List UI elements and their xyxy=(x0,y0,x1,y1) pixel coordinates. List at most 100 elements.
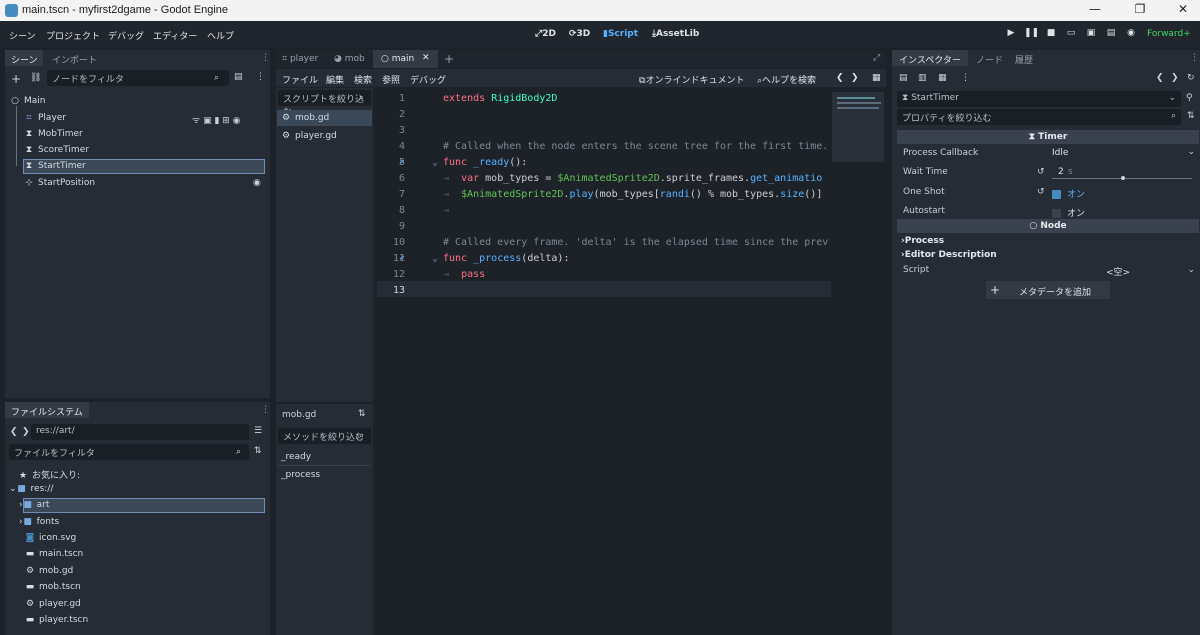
slider-grabber[interactable] xyxy=(1121,176,1125,180)
close-tab-icon[interactable]: ✕ xyxy=(422,53,430,63)
sort-icon[interactable]: ⇅ xyxy=(1187,111,1195,121)
tab-node[interactable]: ノード xyxy=(976,53,1003,66)
property-one-shot[interactable]: One Shot ↺ オン xyxy=(897,184,1199,201)
split-view-icon[interactable]: ☰ xyxy=(254,426,262,436)
load-resource-icon[interactable]: ▥ xyxy=(918,73,927,83)
help-search-button[interactable]: ⌕ヘルプを検索 xyxy=(757,73,816,86)
tab-main[interactable]: ○ main xyxy=(381,54,414,64)
object-history-icon[interactable]: ↻ xyxy=(1187,73,1195,83)
pause-icon[interactable]: ❚❚ xyxy=(1024,28,1039,41)
tree-node-startposition[interactable]: ⊹ StartPosition xyxy=(24,178,95,188)
attach-script-icon[interactable]: ▤ xyxy=(234,72,243,82)
method-filter-input[interactable]: メソッドを絞り込む xyxy=(278,428,371,444)
tool-icon[interactable]: ⚲ xyxy=(1186,93,1193,103)
dock-menu-icon[interactable]: ⋮ xyxy=(1190,53,1199,63)
tab-scene[interactable]: シーン xyxy=(11,53,38,66)
tree-node-scoretimer[interactable]: ⧗ ScoreTimer xyxy=(24,145,89,155)
fs-file-player-tscn[interactable]: ▬ player.tscn xyxy=(25,615,88,625)
tab-inspector[interactable]: インスペクター xyxy=(899,53,961,66)
minimize-button[interactable]: — xyxy=(1080,2,1110,18)
history-forward-icon[interactable]: ❯ xyxy=(1171,73,1179,83)
sort-icon[interactable]: ⇅ xyxy=(254,446,262,456)
history-back-icon[interactable]: ❮ xyxy=(1156,73,1164,83)
checkbox-unchecked-icon[interactable] xyxy=(1052,209,1061,218)
renderer-select[interactable]: Forward+ xyxy=(1147,29,1191,39)
object-selector[interactable]: ⧗ StartTimer ⌄ xyxy=(897,91,1181,107)
property-filter-input[interactable]: プロパティを絞り込む ⌕ xyxy=(897,109,1181,125)
new-resource-icon[interactable]: ▤ xyxy=(899,73,908,83)
dock-menu-icon[interactable]: ⋮ xyxy=(261,405,270,415)
revert-icon[interactable]: ↺ xyxy=(1037,187,1045,197)
revert-icon[interactable]: ↺ xyxy=(1037,167,1045,177)
script-value[interactable]: <空> xyxy=(1106,265,1130,278)
section-timer[interactable]: ⧗ Timer xyxy=(897,130,1199,144)
code-editor[interactable]: 1 extends RigidBody2D 2 3 4 # Called when … xyxy=(377,88,886,635)
menu-debug[interactable]: デバッグ xyxy=(108,29,144,42)
remote-debug-icon[interactable]: ▭ xyxy=(1064,28,1078,41)
method-item-ready[interactable]: _ready xyxy=(281,452,311,462)
dock-menu-icon[interactable]: ⋮ xyxy=(261,53,270,63)
menu-editor[interactable]: エディター xyxy=(153,29,197,42)
next-script-icon[interactable]: ❯ xyxy=(851,73,859,83)
property-wait-time[interactable]: Wait Time ↺ 2 s xyxy=(897,164,1199,181)
forward-icon[interactable]: ❯ xyxy=(22,427,30,437)
section-node[interactable]: ○ Node xyxy=(897,219,1199,233)
script-item-player[interactable]: ⚙ player.gd xyxy=(281,131,337,141)
movie-maker-icon[interactable]: ◉ xyxy=(1124,28,1138,41)
fs-folder-fonts[interactable]: ›■ fonts xyxy=(19,517,59,527)
online-docs-button[interactable]: ⧉オンラインドキュメント xyxy=(639,73,744,86)
script-menu-goto[interactable]: 参照 xyxy=(382,73,400,86)
fs-file-mob-gd[interactable]: ⚙ mob.gd xyxy=(25,566,73,576)
add-node-icon[interactable]: + xyxy=(11,72,21,86)
fs-file-icon-svg[interactable]: ◙ icon.svg xyxy=(25,533,77,543)
close-button[interactable]: ✕ xyxy=(1168,2,1198,18)
visibility-eye-icon[interactable]: ◉ xyxy=(253,178,261,188)
scene-menu-icon[interactable]: ⋮ xyxy=(256,72,265,82)
script-menu-edit[interactable]: 編集 xyxy=(326,73,344,86)
workspace-2d-button[interactable]: ⤢2D xyxy=(535,29,556,39)
tab-filesystem[interactable]: ファイルシステム xyxy=(11,405,83,418)
save-resource-icon[interactable]: ▦ xyxy=(938,73,947,83)
tab-import[interactable]: インポート xyxy=(52,53,97,66)
sort-icon[interactable]: ⇅ xyxy=(358,409,366,419)
tree-node-starttimer[interactable]: ⧗ StartTimer xyxy=(24,161,86,171)
script-menu-search[interactable]: 検索 xyxy=(354,73,372,86)
fs-folder-art[interactable]: ›■ art xyxy=(19,500,49,510)
workspace-3d-button[interactable]: ⟳3D xyxy=(569,29,590,39)
play-scene-icon[interactable]: ▣ xyxy=(1084,28,1098,41)
workspace-assetlib-button[interactable]: ⤓AssetLib xyxy=(652,29,699,39)
stop-icon[interactable]: ■ xyxy=(1044,28,1058,41)
wait-time-value[interactable]: 2 xyxy=(1058,167,1064,177)
play-icon[interactable]: ▶ xyxy=(1004,28,1018,41)
prev-script-icon[interactable]: ❮ xyxy=(836,73,844,83)
link-icon[interactable]: ⛓ xyxy=(30,73,41,83)
fold-icon[interactable]: ⌄ xyxy=(432,253,438,264)
add-metadata-button[interactable]: + メタデータを追加 xyxy=(986,281,1110,299)
fs-file-player-gd[interactable]: ⚙ player.gd xyxy=(25,599,81,609)
checkbox-checked-icon[interactable] xyxy=(1052,190,1061,199)
add-tab-icon[interactable]: + xyxy=(444,52,454,66)
restore-button[interactable]: ❐ xyxy=(1125,2,1155,18)
tree-node-mobtimer[interactable]: ⧗ MobTimer xyxy=(24,129,83,139)
menu-help[interactable]: ヘルプ xyxy=(207,29,234,42)
node-status-icons[interactable]: ᯤ ▣ ▮ ⊞ ◉ xyxy=(192,113,241,126)
toggle-panel-icon[interactable]: ▦ xyxy=(872,73,881,83)
script-item-mob[interactable]: ⚙ mob.gd xyxy=(281,113,329,123)
node-filter-input[interactable]: ノードをフィルタ xyxy=(47,70,229,86)
fs-favorites[interactable]: ★ お気に入り: xyxy=(18,468,80,481)
fs-file-mob-tscn[interactable]: ▬ mob.tscn xyxy=(25,582,81,592)
method-item-process[interactable]: _process xyxy=(281,470,320,480)
distraction-free-icon[interactable]: ⤢ xyxy=(873,53,880,63)
property-script[interactable]: Script <空> ⌄ xyxy=(897,262,1199,279)
play-custom-scene-icon[interactable]: ▤ xyxy=(1104,28,1118,41)
menu-scene[interactable]: シーン xyxy=(9,29,36,42)
script-filter-input[interactable]: スクリプトを絞り込む xyxy=(278,90,371,118)
script-menu-debug[interactable]: デバッグ xyxy=(410,73,446,86)
resource-menu-icon[interactable]: ⋮ xyxy=(961,73,970,83)
tab-mob[interactable]: ◕ mob xyxy=(334,54,365,64)
fs-file-main-tscn[interactable]: ▬ main.tscn xyxy=(25,549,83,559)
workspace-script-button[interactable]: ▮Script xyxy=(603,29,638,39)
property-autostart[interactable]: Autostart オン xyxy=(897,203,1199,220)
fs-res-root[interactable]: ⌄■ res:// xyxy=(9,484,53,494)
tab-history[interactable]: 履歴 xyxy=(1015,53,1033,66)
